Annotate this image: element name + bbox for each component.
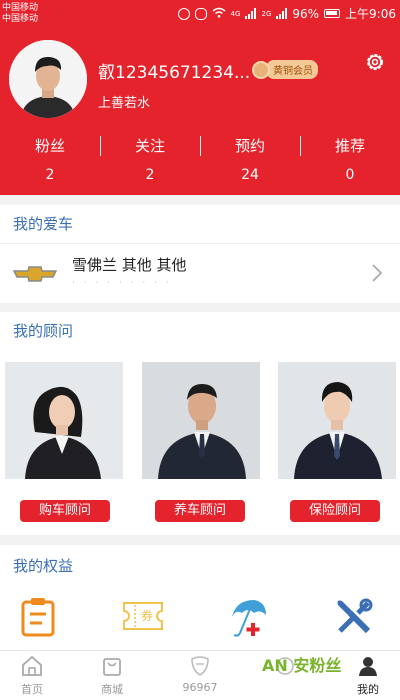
user-icon [357,655,379,677]
carrier-1: 中国移动 [2,3,39,13]
username: 叡12345671234... [98,63,251,83]
profile-signature: 上善若水 [98,96,151,111]
watermark-logo: AN 安粉丝 [262,656,342,675]
tab-mall[interactable]: 商城 [82,655,142,697]
signal-icon-2 [276,8,288,19]
tab-label: 我的 [357,683,379,696]
stat-label: 粉丝 [34,137,65,155]
tab-label: 首页 [21,683,43,696]
my-advisors-title: 我的顾问 [0,312,400,350]
car-model-name: 雪佛兰 其他 其他 [72,256,187,274]
my-rights-panel: 我的权益 券 [0,545,400,650]
stats-bar: 粉丝 2 关注 2 预约 24 推荐 0 [0,133,400,188]
repair-tools-icon[interactable] [334,597,374,637]
member-badge: 黄铜会员 [252,60,318,79]
tab-service[interactable]: 96967 [170,655,230,694]
avatar[interactable] [9,40,87,118]
shopping-bag-icon [101,655,123,677]
tab-mine[interactable]: 我的 [338,655,398,697]
shield-icon [189,655,211,677]
stat-value: 2 [45,167,55,183]
status-bar: 中国移动 中国移动 4G 2G 96% 上午9:06 [0,0,400,30]
settings-gear-icon[interactable] [364,51,386,73]
status-icons: 4G 2G 96% 上午9:06 [177,5,396,22]
profile-header: 中国移动 中国移动 4G 2G 96% 上午9:06 叡12345671234. [0,0,400,195]
medal-icon [252,60,270,79]
battery-percent: 96% [292,6,320,21]
battery-icon [324,9,341,18]
home-icon [21,655,43,677]
advisor-photo-insurance[interactable] [278,362,396,479]
coupon-icon[interactable]: 券 [122,601,164,641]
signal-icon-1 [245,8,257,19]
stat-value: 0 [345,167,355,183]
clock: 上午9:06 [345,7,396,21]
tab-label: 96967 [182,681,218,694]
my-rights-title: 我的权益 [13,557,74,575]
member-level-label: 黄铜会员 [266,60,318,79]
tab-home[interactable]: 首页 [2,655,62,697]
clipboard-icon[interactable] [20,597,60,637]
carrier-2: 中国移动 [2,14,39,24]
network-type-1: 4G [230,9,241,18]
stat-appointments[interactable]: 预约 24 [200,133,300,188]
advisor-photo-purchase[interactable] [5,362,123,479]
stat-recommend[interactable]: 推荐 0 [300,133,400,188]
network-type-2: 2G [261,9,272,18]
stat-label: 关注 [134,137,165,155]
coupon-text: 券 [141,609,154,623]
stat-label: 预约 [234,137,265,155]
car-plate: · · · · · · · · · [72,278,172,288]
my-car-row[interactable]: 雪佛兰 其他 其他 · · · · · · · · · [0,243,400,303]
stat-following[interactable]: 关注 2 [100,133,200,188]
stat-label: 推荐 [334,137,365,155]
chevron-right-icon [372,264,383,286]
alarm-icon [177,7,190,20]
tab-label: 商城 [101,683,123,696]
purchase-advisor-button[interactable]: 购车顾问 [20,500,110,522]
my-car-title: 我的爱车 [0,205,400,243]
wifi-icon [212,7,226,21]
advisors-panel: 购车顾问 养车顾问 保险顾问 [0,350,400,535]
insurance-umbrella-icon[interactable] [228,597,268,637]
eye-icon [194,7,207,20]
maintenance-advisor-button[interactable]: 养车顾问 [155,500,245,522]
insurance-advisor-button[interactable]: 保险顾问 [290,500,380,522]
chevrolet-logo-icon [12,266,58,286]
stat-fans[interactable]: 粉丝 2 [0,133,100,188]
carrier-info: 中国移动 中国移动 [2,3,38,25]
advisor-photo-maintenance[interactable] [142,362,260,479]
stat-value: 2 [145,167,155,183]
stat-value: 24 [241,167,259,183]
